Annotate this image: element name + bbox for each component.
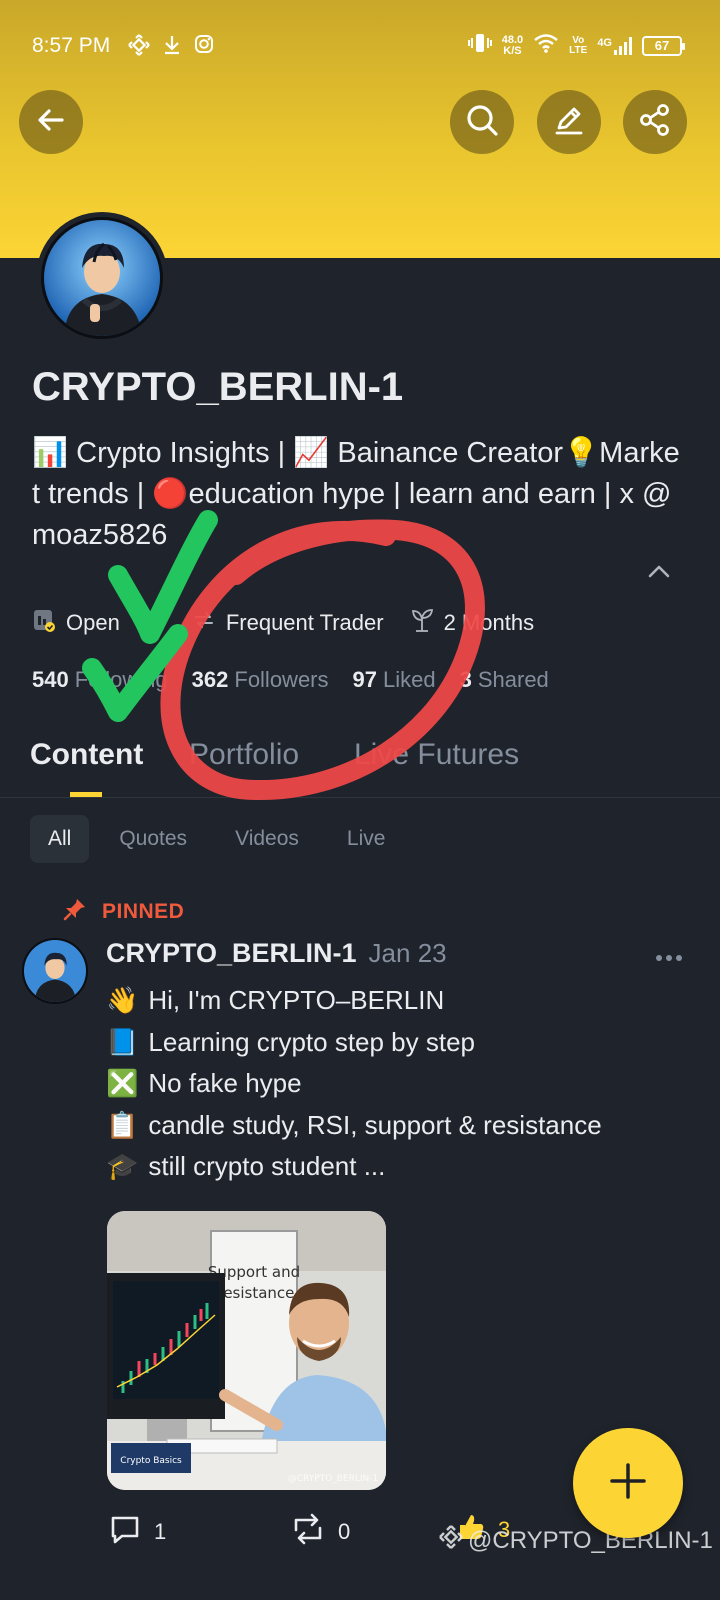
post-line: 📋 candle study, RSI, support & resistance <box>106 1109 602 1140</box>
vibrate-icon <box>467 32 492 60</box>
binance-logo-icon <box>438 1524 464 1557</box>
instagram-icon <box>194 34 214 62</box>
tab-content[interactable]: Content <box>30 738 143 772</box>
watermark: @CRYPTO_BERLIN-1 <box>438 1524 713 1557</box>
post-date: Jan 23 <box>368 938 447 968</box>
post-line: 📘 Learning crypto step by step <box>106 1026 476 1057</box>
pinned-label: PINNED <box>62 896 184 928</box>
comment-count: 1 <box>154 1519 167 1544</box>
network-speed: 48.0 K/S <box>501 34 524 57</box>
badge-frequent-trader: Frequent Trader <box>192 608 384 638</box>
stat-shared[interactable]: 3 Shared <box>460 667 549 693</box>
profile-badges: Open Frequent Trader 2 Months <box>32 607 560 639</box>
post-author-avatar[interactable] <box>22 938 88 1004</box>
tab-live-futures[interactable]: Live Futures <box>354 738 519 772</box>
sprout-icon <box>410 607 434 639</box>
status-bar: 8:57 PM 48.0 K/S Vo LTE 4G 67 <box>0 30 720 66</box>
badge-label: Frequent Trader <box>225 610 384 635</box>
repost-count: 0 <box>338 1519 351 1544</box>
post-image[interactable]: Support and Resistance Crypto Basics @CR… <box>107 1211 386 1490</box>
tab-portfolio[interactable]: Portfolio <box>189 738 299 772</box>
book-title: Crypto Basics <box>120 1456 182 1466</box>
binance-icon <box>128 34 150 62</box>
profile-stats: 540 Following 362 Followers 97 Liked 3 Share… <box>32 667 573 693</box>
frequent-trader-icon <box>192 608 216 638</box>
content-filters: All Quotes Videos Live <box>30 815 415 863</box>
badge-open: Open <box>32 607 120 639</box>
post-author-name[interactable]: CRYPTO_BERLIN-1 <box>106 938 357 969</box>
stat-following[interactable]: 540 Following <box>32 667 168 693</box>
image-credit: @CRYPTO_BERLIN-1 <box>288 1474 378 1484</box>
battery-indicator: 67 <box>642 36 685 56</box>
search-icon <box>465 103 499 142</box>
edit-profile-button[interactable] <box>537 90 601 154</box>
more-options-icon[interactable] <box>654 950 684 968</box>
share-icon <box>638 103 672 142</box>
status-time: 8:57 PM <box>32 34 111 57</box>
share-button[interactable] <box>623 90 687 154</box>
create-post-button[interactable] <box>573 1428 683 1538</box>
repost-icon <box>290 1512 326 1552</box>
profile-tabs: Content Portfolio Live Futures <box>0 730 720 798</box>
post-line: 🎓 still crypto student ... <box>106 1151 386 1181</box>
stat-followers[interactable]: 362 Followers <box>192 667 329 693</box>
repost-button[interactable]: 0 <box>290 1512 350 1552</box>
filter-all[interactable]: All <box>30 815 90 863</box>
comment-button[interactable]: 1 <box>108 1512 166 1552</box>
filter-live[interactable]: Live <box>329 815 404 863</box>
back-button[interactable] <box>19 90 83 154</box>
post-body[interactable]: 👋 Hi, I'm CRYPTO–BERLIN 📘 Learning crypto … <box>106 980 602 1188</box>
open-account-icon <box>32 607 56 639</box>
post-line: ❎ No fake hype <box>106 1068 302 1098</box>
plus-icon <box>608 1461 648 1506</box>
whiteboard-text-2: Resistance <box>214 1284 295 1302</box>
post-header: CRYPTO_BERLIN-1 Jan 23 <box>106 938 447 969</box>
pencil-icon <box>552 103 586 142</box>
chevron-up-icon[interactable] <box>646 562 672 585</box>
filter-quotes[interactable]: Quotes <box>101 815 205 863</box>
download-icon <box>162 34 182 62</box>
cell-signal: 4G <box>597 37 632 55</box>
filter-videos[interactable]: Videos <box>217 815 317 863</box>
profile-avatar[interactable] <box>36 212 168 344</box>
volte-indicator: Vo LTE <box>569 35 588 56</box>
arrow-left-icon <box>35 104 67 141</box>
profile-bio: 📊 Crypto Insights | 📈 Bainance Creator💡M… <box>32 437 680 551</box>
post-line: 👋 Hi, I'm CRYPTO–BERLIN <box>106 985 445 1015</box>
badge-label: Open <box>66 610 120 635</box>
pin-icon <box>62 896 88 928</box>
active-tab-indicator <box>70 792 102 797</box>
badge-account-age: 2 Months <box>410 607 535 639</box>
wifi-icon <box>533 32 559 60</box>
stat-liked[interactable]: 97 Liked <box>353 667 436 693</box>
profile-username: CRYPTO_BERLIN-1 <box>32 365 404 409</box>
badge-label: 2 Months <box>443 610 535 635</box>
comment-icon <box>108 1512 142 1552</box>
search-button[interactable] <box>450 90 514 154</box>
